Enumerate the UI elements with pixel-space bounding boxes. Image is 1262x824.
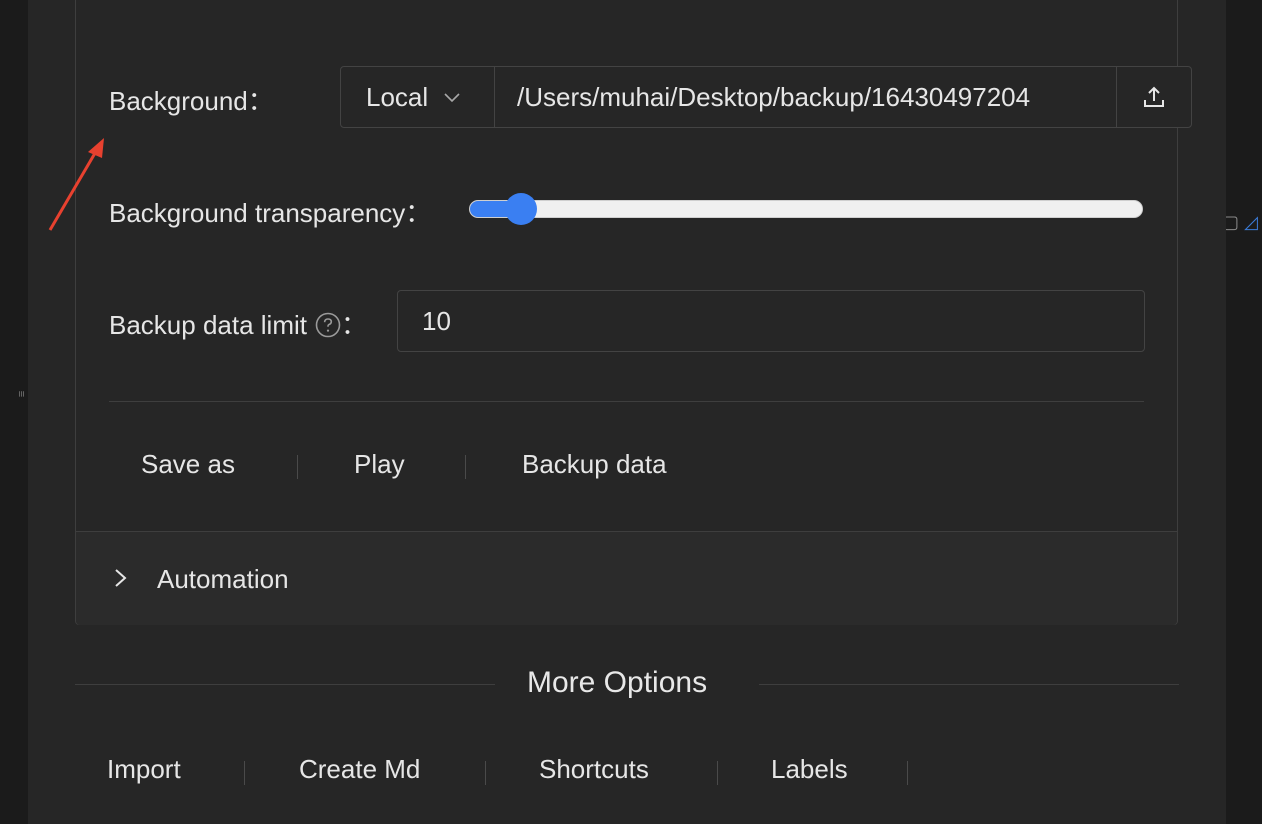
- background-label: Background：: [109, 86, 274, 116]
- import-button[interactable]: Import: [107, 754, 181, 785]
- automation-title: Automation: [157, 564, 289, 594]
- transparency-slider-handle[interactable]: [505, 193, 537, 225]
- create-md-button[interactable]: Create Md: [299, 754, 420, 785]
- background-icons: ▢ ◿: [1222, 212, 1258, 232]
- backdrop-left: [0, 0, 28, 824]
- action-separator: [465, 455, 466, 479]
- chevron-right-icon: [115, 569, 127, 587]
- background-path-input[interactable]: [495, 67, 1117, 127]
- background-input-group: Local: [340, 66, 1192, 128]
- more-options-line-right: [759, 684, 1179, 685]
- backdrop-right: [1226, 0, 1262, 824]
- more-options-line-left: [75, 684, 495, 685]
- background-source-value: Local: [366, 81, 429, 112]
- transparency-label: Background transparency：: [109, 198, 432, 228]
- option-separator: [485, 761, 486, 785]
- more-options-title: More Options: [527, 666, 708, 699]
- backup-data-button[interactable]: Backup data: [522, 449, 667, 480]
- shortcuts-button[interactable]: Shortcuts: [539, 754, 649, 785]
- settings-modal: Background： Local Background transparenc…: [28, 0, 1226, 824]
- question-circle-icon[interactable]: [315, 312, 341, 338]
- backup-limit-colon: ：: [340, 310, 367, 340]
- automation-collapse-header[interactable]: Automation: [76, 531, 1177, 625]
- annotation-arrow-icon: [48, 138, 104, 231]
- backup-limit-label-text: Backup data limit: [109, 310, 307, 340]
- play-button[interactable]: Play: [354, 449, 405, 480]
- option-separator: [717, 761, 718, 785]
- backup-limit-label: Backup data limit ：: [109, 305, 367, 342]
- transparency-slider-track[interactable]: [469, 200, 1143, 218]
- save-as-button[interactable]: Save as: [141, 449, 235, 480]
- upload-button[interactable]: [1117, 67, 1191, 127]
- upload-icon: [1144, 86, 1164, 107]
- chevron-down-icon: [444, 93, 460, 103]
- background-source-select[interactable]: Local: [341, 67, 495, 127]
- labels-button[interactable]: Labels: [771, 754, 848, 785]
- option-separator: [244, 761, 245, 785]
- action-separator: [297, 455, 298, 479]
- background-glyph: ≡: [15, 390, 28, 398]
- section-divider: [109, 401, 1144, 402]
- backup-limit-input[interactable]: [397, 290, 1145, 352]
- settings-panel: Background： Local Background transparenc…: [75, 0, 1192, 625]
- option-separator: [907, 761, 908, 785]
